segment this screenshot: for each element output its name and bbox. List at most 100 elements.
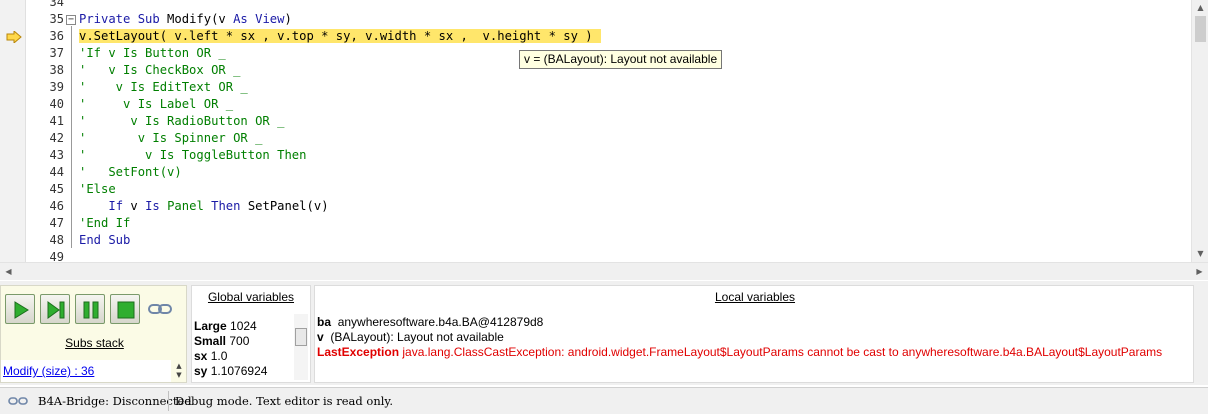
code-line-text: 'If v Is Button OR _ <box>79 46 226 60</box>
code-token: ' v Is ToggleButton Then <box>79 148 307 162</box>
code-line[interactable]: 'If v Is Button OR _ <box>79 45 226 62</box>
code-token: ' v Is Spinner OR _ <box>79 131 263 145</box>
code-token: If <box>108 199 124 213</box>
variable-tooltip: v = (BALayout): Layout not available <box>519 50 723 69</box>
local-variables-panel: Local variables ba anywheresoftware.b4a.… <box>314 285 1194 383</box>
line-numbers: 34 35 36 37 38 39 40 41 42 43 44 45 46 47 48 49 <box>26 0 64 264</box>
status-separator <box>168 391 169 411</box>
code-token: Is <box>145 199 160 213</box>
global-variables-panel: Global variables Large 1024 Small 700 sx… <box>191 285 311 383</box>
pause-icon <box>83 301 99 319</box>
code-token: ' v Is Label OR _ <box>79 97 234 111</box>
code-token: 'Else <box>79 182 116 196</box>
editor-horizontal-scrollbar[interactable]: ◀ ▶ <box>0 262 1208 280</box>
code-token: 'End If <box>79 216 131 230</box>
local-variable-row-error[interactable]: LastException java.lang.ClassCastExcepti… <box>317 345 1162 360</box>
global-variable-row[interactable]: sy 1.1076924 <box>194 364 267 379</box>
code-token: View <box>255 12 285 26</box>
code-token: ) <box>284 12 292 26</box>
code-line-text: ' v Is RadioButton OR _ <box>79 114 284 128</box>
local-variable-row[interactable]: v (BALayout): Layout not available <box>317 330 504 345</box>
code-token: v.SetLayout( v.left * sx , v.top * sy, v… <box>79 29 593 43</box>
global-variable-row[interactable]: Large 1024 <box>194 319 257 334</box>
code-line[interactable]: ' v Is EditText OR _ <box>79 79 248 96</box>
code-line-text: ' v Is Label OR _ <box>79 97 233 111</box>
line-number: 45 <box>49 182 64 196</box>
code-line-text: ' v Is CheckBox OR _ <box>79 63 240 77</box>
code-token: SetPanel(v) <box>240 199 329 213</box>
code-line[interactable]: If v Is Panel Then SetPanel(v) <box>79 198 329 215</box>
code-line[interactable]: v.SetLayout( v.left * sx , v.top * sy, v… <box>79 28 601 45</box>
fold-toggle[interactable]: − <box>66 15 76 25</box>
link-icon[interactable] <box>148 302 172 316</box>
code-line[interactable]: ' SetFont(v) <box>79 164 182 181</box>
fold-guide <box>71 26 72 248</box>
subs-stack-panel: Subs stack Modify (size) : 36 ▲ ▼ <box>0 285 187 383</box>
line-number: 47 <box>49 216 64 230</box>
code-line[interactable]: ' v Is CheckBox OR _ <box>79 62 240 79</box>
code-editor[interactable]: 34 35 36 37 38 39 40 41 42 43 44 45 46 47 48 49 Private… <box>0 0 1208 280</box>
line-number: 44 <box>49 165 64 179</box>
code-line[interactable]: Private Sub Modify(v As View) <box>79 11 292 28</box>
scroll-right-icon[interactable]: ▶ <box>1191 263 1208 280</box>
scroll-thumb[interactable] <box>295 328 307 346</box>
scroll-thumb[interactable] <box>1195 16 1206 42</box>
code-line[interactable]: ' v Is ToggleButton Then <box>79 147 306 164</box>
global-variables-title: Global variables <box>207 290 295 304</box>
step-button[interactable] <box>40 294 70 324</box>
code-line-text: Private Sub Modify(v As View) <box>79 12 292 26</box>
code-line[interactable]: ' v Is Label OR _ <box>79 96 233 113</box>
line-number: 35 <box>49 12 64 26</box>
status-bar: B4A-Bridge: Disconnected Debug mode. Tex… <box>0 387 1208 414</box>
code-line[interactable]: 'End If <box>79 215 130 232</box>
subs-stack-spinner[interactable]: ▲ ▼ <box>173 362 185 380</box>
run-button[interactable] <box>5 294 35 324</box>
code-line-text: If v Is Panel Then SetPanel(v) <box>79 199 329 213</box>
code-line-text: ' v Is EditText OR _ <box>79 80 248 94</box>
scroll-left-icon[interactable]: ◀ <box>0 263 17 280</box>
code-line[interactable]: ' v Is Spinner OR _ <box>79 130 262 147</box>
stop-icon <box>117 301 135 319</box>
local-variables-title: Local variables <box>714 290 796 304</box>
code-line[interactable]: End Sub <box>79 232 130 249</box>
subs-stack-list: Modify (size) : 36 <box>1 360 171 382</box>
global-variable-row[interactable]: Small 700 <box>194 334 249 349</box>
global-variables-scrollbar[interactable] <box>294 314 308 380</box>
play-icon <box>14 301 29 319</box>
code-line-text: 'Else <box>79 182 116 196</box>
code-token: ' v Is CheckBox OR _ <box>79 63 241 77</box>
line-number: 38 <box>49 63 64 77</box>
editor-vertical-scrollbar[interactable]: ▲ ▼ <box>1191 0 1208 262</box>
line-number: 46 <box>49 199 64 213</box>
code-token: ' SetFont(v) <box>79 165 182 179</box>
line-number: 40 <box>49 97 64 111</box>
line-number: 39 <box>49 80 64 94</box>
line-number: 36 <box>49 29 64 43</box>
step-icon <box>47 301 65 319</box>
code-token: Then <box>211 199 241 213</box>
code-line-text: End Sub <box>79 233 130 247</box>
code-token: As <box>233 12 248 26</box>
pause-button[interactable] <box>75 294 105 324</box>
line-number: 41 <box>49 114 64 128</box>
bridge-icon <box>8 397 28 405</box>
scroll-down-icon[interactable]: ▼ <box>1192 246 1208 262</box>
code-line-text: ' SetFont(v) <box>79 165 182 179</box>
code-line[interactable]: 'Else <box>79 181 116 198</box>
code-token: ' v Is RadioButton OR _ <box>79 114 285 128</box>
code-line-text: v.SetLayout( v.left * sx , v.top * sy, v… <box>79 29 601 43</box>
code-line-text: ' v Is ToggleButton Then <box>79 148 306 162</box>
debug-mode-status: Debug mode. Text editor is read only. <box>175 394 394 408</box>
scroll-up-icon[interactable]: ▲ <box>1192 0 1208 16</box>
stop-button[interactable] <box>110 294 140 324</box>
line-number: 43 <box>49 148 64 162</box>
code-token: v <box>123 199 146 213</box>
global-variable-row[interactable]: sx 1.0 <box>194 349 227 364</box>
local-variable-row[interactable]: ba anywheresoftware.b4a.BA@412879d8 <box>317 315 543 330</box>
code-line-text: 'End If <box>79 216 130 230</box>
line-number: 37 <box>49 46 64 60</box>
code-line[interactable]: ' v Is RadioButton OR _ <box>79 113 284 130</box>
subs-stack-item[interactable]: Modify (size) : 36 <box>3 364 94 378</box>
